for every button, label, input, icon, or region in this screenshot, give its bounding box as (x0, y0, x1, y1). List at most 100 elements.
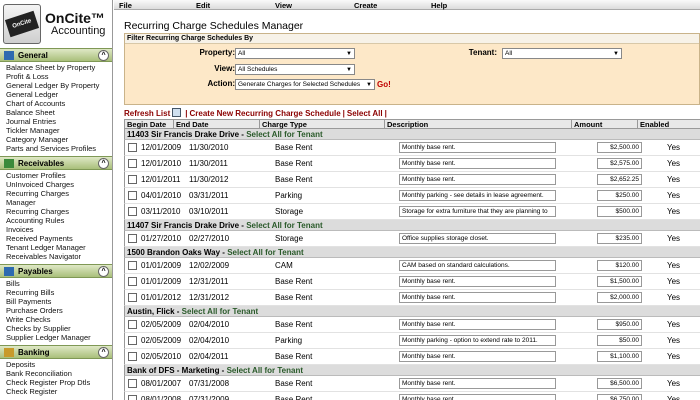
view-select[interactable]: All Schedules ▼ (235, 64, 355, 75)
sidebar-item[interactable]: Check Register Prop Dtls (6, 378, 112, 387)
select-all-link[interactable]: Select All (347, 109, 383, 118)
sidebar-item[interactable]: UnInvoiced Charges (6, 180, 112, 189)
amount-field[interactable]: $120.00 (597, 260, 642, 271)
amount-field[interactable]: $6,750.00 (597, 394, 642, 400)
amount-field[interactable]: $500.00 (597, 206, 642, 217)
refresh-list-link[interactable]: Refresh List (124, 109, 170, 118)
sidebar-item[interactable]: Checks by Supplier (6, 324, 112, 333)
amount-field[interactable]: $1,500.00 (597, 276, 642, 287)
sidebar-item[interactable]: Tenant Ledger Manager (6, 243, 112, 252)
sidebar-section-payables[interactable]: Payables ^ (0, 264, 112, 278)
row-checkbox[interactable] (128, 352, 137, 361)
amount-field[interactable]: $2,500.00 (597, 142, 642, 153)
sidebar-item[interactable]: Recurring Charges (6, 207, 112, 216)
sidebar-section-banking[interactable]: Banking ^ (0, 345, 112, 359)
go-button[interactable]: Go! (377, 80, 391, 89)
sidebar-item[interactable]: Bank Reconciliation (6, 369, 112, 378)
property-select[interactable]: All ▼ (235, 48, 355, 59)
row-checkbox[interactable] (128, 261, 137, 270)
row-checkbox[interactable] (128, 159, 137, 168)
header-amount[interactable]: Amount (572, 120, 638, 129)
description-field[interactable]: Monthly parking - option to extend rate … (399, 335, 556, 346)
sidebar-item[interactable]: Purchase Orders (6, 306, 112, 315)
menu-view[interactable]: View (275, 1, 292, 10)
description-field[interactable]: CAM based on standard calculations. (399, 260, 556, 271)
description-field[interactable]: Monthly base rent. (399, 319, 556, 330)
header-charge-type[interactable]: Charge Type (260, 120, 385, 129)
amount-field[interactable]: $235.00 (597, 233, 642, 244)
amount-field[interactable]: $50.00 (597, 335, 642, 346)
row-checkbox[interactable] (128, 320, 137, 329)
sidebar-item[interactable]: Journal Entries (6, 117, 112, 126)
sidebar-item[interactable]: General Ledger (6, 90, 112, 99)
row-checkbox[interactable] (128, 277, 137, 286)
sidebar-item[interactable]: Invoices (6, 225, 112, 234)
row-checkbox[interactable] (128, 175, 137, 184)
sidebar-item[interactable]: Balance Sheet (6, 108, 112, 117)
amount-field[interactable]: $950.00 (597, 319, 642, 330)
sidebar-item[interactable]: Check Register (6, 387, 112, 396)
menu-help[interactable]: Help (431, 1, 447, 10)
sidebar-item[interactable]: Deposits (6, 360, 112, 369)
header-begin-date[interactable]: Begin Date (125, 120, 174, 129)
sidebar-item[interactable]: Chart of Accounts (6, 99, 112, 108)
row-checkbox[interactable] (128, 191, 137, 200)
sidebar-item[interactable]: Manager (6, 198, 112, 207)
description-field[interactable]: Monthly base rent. (399, 174, 556, 185)
sidebar-item[interactable]: Write Checks (6, 315, 112, 324)
description-field[interactable]: Monthly base rent. (399, 292, 556, 303)
sidebar-item[interactable]: Accounting Rules (6, 216, 112, 225)
action-select[interactable]: Generate Charges for Selected Schedules ▼ (235, 79, 375, 90)
collapse-icon[interactable]: ^ (98, 158, 109, 169)
collapse-icon[interactable]: ^ (98, 347, 109, 358)
sidebar-section-receivables[interactable]: Receivables ^ (0, 156, 112, 170)
description-field[interactable]: Monthly parking - see details in lease a… (399, 190, 556, 201)
select-all-tenant-link[interactable]: Select All for Tenant (246, 221, 322, 230)
amount-field[interactable]: $2,652.25 (597, 174, 642, 185)
sidebar-item[interactable]: Recurring Charges (6, 189, 112, 198)
amount-field[interactable]: $250.00 (597, 190, 642, 201)
sidebar-item[interactable]: Profit & Loss (6, 72, 112, 81)
header-end-date[interactable]: End Date (174, 120, 260, 129)
create-schedule-link[interactable]: Create New Recurring Charge Schedule (189, 109, 340, 118)
menu-edit[interactable]: Edit (196, 1, 210, 10)
refresh-icon[interactable] (172, 108, 182, 117)
header-description[interactable]: Description (385, 120, 572, 129)
sidebar-item[interactable]: Received Payments (6, 234, 112, 243)
select-all-tenant-link[interactable]: Select All for Tenant (182, 307, 258, 316)
row-checkbox[interactable] (128, 207, 137, 216)
select-all-tenant-link[interactable]: Select All for Tenant (227, 366, 303, 375)
row-checkbox[interactable] (128, 293, 137, 302)
sidebar-item[interactable]: Parts and Services Profiles (6, 144, 112, 153)
row-checkbox[interactable] (128, 379, 137, 388)
description-field[interactable]: Monthly base rent. (399, 351, 556, 362)
row-checkbox[interactable] (128, 143, 137, 152)
menu-create[interactable]: Create (354, 1, 377, 10)
amount-field[interactable]: $2,575.00 (597, 158, 642, 169)
sidebar-item[interactable]: Tickler Manager (6, 126, 112, 135)
row-checkbox[interactable] (128, 395, 137, 400)
menu-file[interactable]: File (119, 1, 132, 10)
sidebar-item[interactable]: Recurring Bills (6, 288, 112, 297)
sidebar-item[interactable]: Bills (6, 279, 112, 288)
amount-field[interactable]: $1,100.00 (597, 351, 642, 362)
select-all-tenant-link[interactable]: Select All for Tenant (246, 130, 322, 139)
sidebar-item[interactable]: Balance Sheet by Property (6, 63, 112, 72)
sidebar-item[interactable]: General Ledger By Property (6, 81, 112, 90)
description-field[interactable]: Monthly base rent. (399, 276, 556, 287)
sidebar-item[interactable]: Bill Payments (6, 297, 112, 306)
amount-field[interactable]: $2,000.00 (597, 292, 642, 303)
select-all-tenant-link[interactable]: Select All for Tenant (227, 248, 303, 257)
sidebar-item[interactable]: Supplier Ledger Manager (6, 333, 112, 342)
description-field[interactable]: Monthly base rent. (399, 142, 556, 153)
sidebar-item[interactable]: Receivables Navigator (6, 252, 112, 261)
description-field[interactable]: Office supplies storage closet. (399, 233, 556, 244)
description-field[interactable]: Monthly base rent. (399, 394, 556, 400)
collapse-icon[interactable]: ^ (98, 266, 109, 277)
description-field[interactable]: Monthly base rent. (399, 378, 556, 389)
header-enabled[interactable]: Enabled (638, 120, 700, 129)
description-field[interactable]: Monthly base rent. (399, 158, 556, 169)
row-checkbox[interactable] (128, 336, 137, 345)
sidebar-item[interactable]: Customer Profiles (6, 171, 112, 180)
collapse-icon[interactable]: ^ (98, 50, 109, 61)
